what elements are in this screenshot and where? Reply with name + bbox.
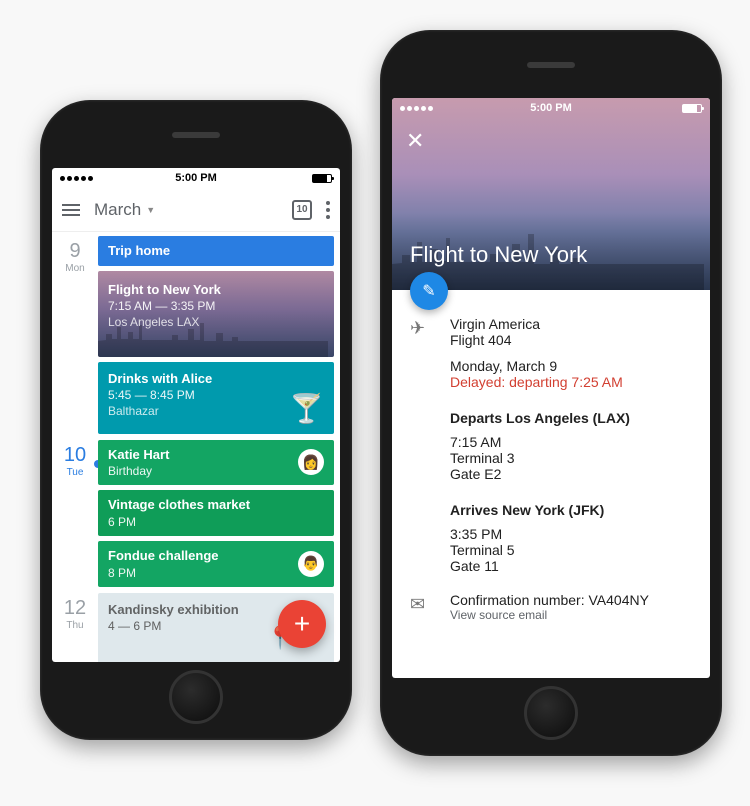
create-event-button[interactable]: +	[278, 600, 326, 648]
event-card[interactable]: Vintage clothes market 6 PM	[98, 490, 334, 536]
signal-dots-icon	[400, 106, 433, 111]
flight-delay: Delayed: departing 7:25 AM	[450, 374, 692, 390]
day-of-week: Thu	[52, 620, 98, 631]
flight-date: Monday, March 9	[450, 358, 692, 374]
status-time: 5:00 PM	[175, 172, 217, 184]
overflow-icon[interactable]	[326, 201, 330, 219]
flight-info-row: ✈ Virgin America Flight 404 Monday, Marc…	[410, 316, 692, 574]
event-hero: 5:00 PM ✕ Flight to New York	[392, 98, 710, 290]
source-email-link[interactable]: View source email	[450, 608, 692, 622]
confirmation-number: Confirmation number: VA404NY	[450, 592, 692, 608]
hamburger-icon[interactable]	[62, 204, 80, 216]
depart-time: 7:15 AM	[450, 434, 692, 450]
day-number: 12	[52, 597, 98, 620]
month-dropdown[interactable]: March ▼	[94, 200, 155, 220]
arrive-time: 3:35 PM	[450, 526, 692, 542]
event-title: Trip home	[108, 242, 324, 260]
flight-number: Flight 404	[450, 332, 692, 348]
event-card[interactable]: Fondue challenge 8 PM 👨	[98, 541, 334, 587]
plus-icon: +	[294, 608, 310, 640]
depart-heading: Departs Los Angeles (LAX)	[450, 410, 692, 426]
confirmation-row: ✉ Confirmation number: VA404NY View sour…	[410, 592, 692, 622]
day-of-week: Tue	[52, 467, 98, 478]
arrive-gate: Gate 11	[450, 558, 692, 574]
today-icon[interactable]: 10	[292, 200, 312, 220]
month-label: March	[94, 200, 141, 220]
close-icon[interactable]: ✕	[406, 128, 424, 154]
event-time: 7:15 AM — 3:35 PM	[108, 298, 324, 314]
app-bar: March ▼ 10	[52, 188, 340, 232]
event-detail-screen: 5:00 PM ✕ Flight to New York ✎ ✈ Virgin …	[392, 98, 710, 678]
event-card-birthday[interactable]: Katie Hart Birthday 👩	[98, 440, 334, 486]
avatar: 👩	[298, 449, 324, 475]
avatar: 👨	[298, 551, 324, 577]
arrive-heading: Arrives New York (JFK)	[450, 502, 692, 518]
arrive-terminal: Terminal 5	[450, 542, 692, 558]
event-title: Flight to New York	[410, 242, 587, 268]
battery-icon	[682, 104, 702, 113]
status-bar: 5:00 PM	[52, 168, 340, 188]
depart-terminal: Terminal 3	[450, 450, 692, 466]
event-card-drinks[interactable]: Drinks with Alice 5:45 — 8:45 PM Balthaz…	[98, 362, 334, 434]
device-right: 5:00 PM ✕ Flight to New York ✎ ✈ Virgin …	[380, 30, 722, 756]
day-number: 10	[52, 444, 98, 467]
day-number: 9	[52, 240, 98, 263]
event-card-trip[interactable]: Trip home	[98, 236, 334, 266]
day-header-current: 10 Tue	[52, 440, 98, 593]
event-title: Katie Hart	[108, 446, 324, 464]
day-of-week: Mon	[52, 263, 98, 274]
event-title: Fondue challenge	[108, 547, 324, 565]
status-time: 5:00 PM	[530, 102, 572, 114]
airplane-icon: ✈	[410, 316, 434, 574]
event-sub: Birthday	[108, 463, 324, 479]
day-block: 10 Tue Katie Hart Birthday 👩 Vintage clo…	[52, 440, 340, 593]
event-title: Flight to New York	[108, 281, 324, 299]
event-card-flight[interactable]: Flight to New York 7:15 AM — 3:35 PM Los…	[98, 271, 334, 357]
event-time: 8 PM	[108, 565, 324, 581]
depart-gate: Gate E2	[450, 466, 692, 482]
day-header: 9 Mon	[52, 236, 98, 440]
event-time: 6 PM	[108, 514, 324, 530]
day-header: 12 Thu	[52, 593, 98, 662]
envelope-icon: ✉	[410, 592, 434, 622]
pencil-icon: ✎	[422, 281, 435, 301]
event-title: Drinks with Alice	[108, 370, 324, 388]
calendar-screen: 5:00 PM March ▼ 10 9 Mon Trip	[52, 168, 340, 662]
edit-button[interactable]: ✎	[410, 272, 448, 310]
day-block: 9 Mon Trip home Flight to New York 7:15 …	[52, 236, 340, 440]
event-title: Vintage clothes market	[108, 496, 324, 514]
battery-icon	[312, 174, 332, 183]
event-detail-body: ✈ Virgin America Flight 404 Monday, Marc…	[392, 290, 710, 650]
agenda-list[interactable]: 9 Mon Trip home Flight to New York 7:15 …	[52, 232, 340, 662]
event-location: Los Angeles LAX	[108, 314, 324, 330]
chevron-down-icon: ▼	[146, 205, 155, 215]
device-left: 5:00 PM March ▼ 10 9 Mon Trip	[40, 100, 352, 740]
signal-dots-icon	[60, 176, 93, 181]
cocktail-icon: 🍸	[289, 390, 324, 428]
airline-name: Virgin America	[450, 316, 692, 332]
status-bar: 5:00 PM	[392, 98, 710, 118]
